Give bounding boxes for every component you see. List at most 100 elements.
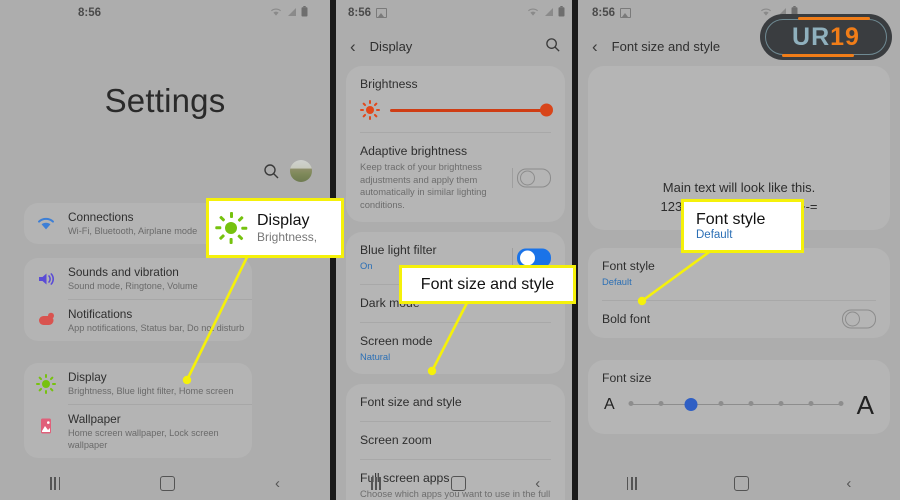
back-icon[interactable]: ‹ [275,476,280,491]
search-icon[interactable] [263,163,280,180]
brightness-icon [360,100,380,120]
navigation-bar: ‹ [578,466,900,500]
sidebar-item-wallpaper[interactable]: Wallpaper Home screen wallpaper, Lock sc… [24,405,252,458]
row-title: Screen zoom [360,433,432,447]
search-icon[interactable] [545,37,561,53]
adaptive-brightness-row[interactable]: Adaptive brightness Keep track of your b… [346,133,565,222]
font-style-row[interactable]: Font style Default [588,248,890,300]
recents-icon[interactable] [49,476,61,490]
settings-actions [263,160,312,182]
font-size-track[interactable] [627,396,845,414]
font-size-label-row: Font size [588,360,890,388]
adaptive-brightness-toggle[interactable] [517,168,551,187]
font-size-tick[interactable] [808,401,814,406]
brightness-label: Brightness [360,77,418,91]
row-title: Display [68,370,107,384]
row-title: Bold font [602,311,651,326]
font-size-thumb[interactable] [684,397,698,411]
battery-icon [558,6,565,17]
brightness-track[interactable] [390,103,553,117]
font-style-card: Font style Default Bold font [588,248,890,338]
phone-screen-display: 8:56 ‹ Display Brightness Adaptive brigh… [336,0,575,500]
bold-font-toggle[interactable] [842,309,876,329]
status-time: 8:56 [592,7,616,19]
callout-title: Display [257,212,310,229]
sun-glyph [36,374,56,394]
sidebar-item-sounds-and-vibration[interactable]: Sounds and vibration Sound mode, Rington… [24,258,252,299]
settings-group-display: Display Brightness, Blue light filter, H… [24,363,252,458]
font-size-slider[interactable]: A A [588,388,890,434]
brightness-card: Brightness Adaptive brightness Keep trac… [346,66,565,222]
page-title: Settings [104,82,226,119]
callout-title: Font size and style [420,275,555,293]
font-size-tick[interactable] [628,401,634,406]
home-icon[interactable] [734,475,750,491]
sidebar-item-notifications[interactable]: Notifications App notifications, Status … [24,300,252,341]
back-icon[interactable]: ‹ [592,38,598,55]
font-size-tick[interactable] [718,401,724,406]
signal-icon [545,7,553,16]
watermark-logo: UR 19 [760,14,892,60]
font-size-tick[interactable] [748,401,754,406]
wallpaper-icon [36,416,56,436]
display-callout: Display Brightness, [206,198,344,258]
home-icon[interactable] [160,475,176,491]
screenshot-stage: 8:56 Settings Connections Wi-Fi, Bluetoo… [0,0,900,500]
font-style-callout: Font style Default [681,199,804,253]
avatar[interactable] [290,160,312,182]
status-icons [527,6,565,17]
settings-group-sound: Sounds and vibration Sound mode, Rington… [24,258,252,341]
font-size-and-style-row[interactable]: Font size and style [346,384,565,421]
status-bar: 8:56 [336,0,575,26]
screen-zoom-row[interactable]: Screen zoom [346,422,565,459]
bold-font-row[interactable]: Bold font [588,301,890,338]
brightness-label-row: Brightness [346,66,565,94]
row-subtitle: Sound mode, Ringtone, Volume [68,281,198,291]
row-title: Font size and style [360,395,462,409]
brightness-thumb[interactable] [540,103,553,117]
font-size-card: Font size A A [588,359,890,434]
photo-icon [376,8,388,18]
row-title: Wallpaper [68,412,121,426]
recents-icon[interactable] [626,476,637,490]
back-icon[interactable]: ‹ [350,38,356,55]
row-title: Sounds and vibration [68,265,179,279]
notification-icon [36,311,56,331]
row-title: Screen mode [360,333,433,348]
status-icons [270,6,308,17]
brightness-slider[interactable] [346,94,565,132]
status-time: 8:56 [78,7,102,19]
status-bar: 8:56 [0,0,330,26]
font-size-small-label: A [604,395,615,413]
logo-text-part1: UR [792,22,831,51]
brightness-icon [215,212,248,244]
row-subtitle: Keep track of your brightness adjustment… [360,161,487,210]
battery-icon [301,6,308,17]
callout-subtitle: Brightness, [257,230,318,244]
callout-subtitle: Default [696,229,733,241]
wifi-icon [271,8,281,16]
row-value: Default [602,276,632,287]
row-title: Notifications [68,307,133,321]
sound-icon [36,269,56,289]
preview-line-1: Main text will look like this. [662,180,816,195]
signal-icon [288,7,296,16]
screen-mode-row[interactable]: Screen mode Natural [346,323,565,375]
font-size-tick[interactable] [838,401,844,406]
row-subtitle: Home screen wallpaper, Lock screen wallp… [68,428,219,450]
back-icon[interactable]: ‹ [535,476,540,491]
logo-text-part2: 19 [830,22,860,51]
sidebar-item-display[interactable]: Display Brightness, Blue light filter, H… [24,363,252,404]
font-size-tick[interactable] [658,401,664,406]
font-size-large-label: A [856,389,874,420]
brightness-icon [36,374,56,394]
back-icon[interactable]: ‹ [846,476,851,491]
recents-icon[interactable] [370,476,382,490]
navigation-bar: ‹ [336,466,575,500]
wifi-icon [36,214,56,234]
font-size-and-style-callout: Font size and style [399,265,576,304]
home-icon[interactable] [450,475,466,491]
app-bar-title: Font size and style [611,38,721,54]
divider [512,167,513,188]
font-size-tick[interactable] [778,401,784,406]
